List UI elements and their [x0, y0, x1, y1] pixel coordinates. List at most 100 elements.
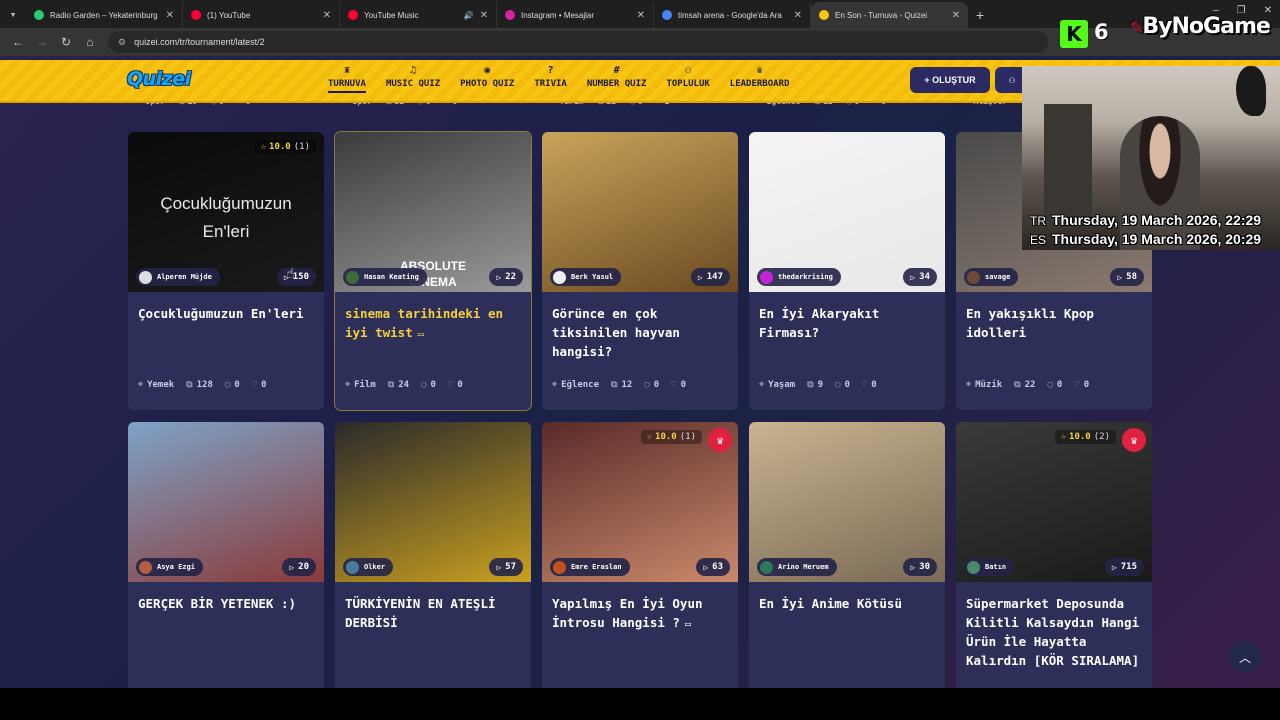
quiz-meta: ⌖ Film ⧉ 24 ◯ 0 ♡ 0 — [335, 370, 531, 400]
quiz-card[interactable]: Çocukluğumuzun En'leri ☆ 10.0 (1) Alperen Mü… — [128, 132, 324, 410]
quiz-card[interactable]: ☆ 10.0 (1) ♛ Emre Eraslan ▷ 63 Yapılmış En İyi … — [542, 422, 738, 688]
quiz-title[interactable]: Çocukluğumuzun En'leri — [128, 292, 324, 370]
tab-close-icon[interactable]: ✕ — [952, 10, 960, 21]
browser-tab[interactable]: YouTube Music 🔊 ✕ — [340, 2, 497, 28]
author-chip[interactable]: Batın — [964, 558, 1015, 576]
quiz-meta: ⌖ Yaşam ⧉ 9 ◯ 0 ♡ 0 — [749, 370, 945, 400]
forward-button[interactable]: → — [30, 30, 54, 54]
quiz-card[interactable]: ABSOLUTE CINEMA Hasan Keating ▷ 22 sinema ta… — [334, 131, 532, 411]
avatar — [967, 560, 980, 574]
quiz-title-text: Çocukluğumuzun En'leri — [138, 306, 304, 321]
avatar — [760, 560, 773, 574]
rating-value: 10.0 — [655, 432, 677, 442]
author-name: thedarkrising — [778, 273, 833, 281]
author-name: Berk Yasul — [571, 273, 614, 281]
nav-item-photo-quiz[interactable]: ◉ PHOTO QUIZ — [450, 63, 524, 93]
create-button[interactable]: + OLUŞTUR — [910, 67, 990, 93]
author-chip[interactable]: Emre Eraslan — [550, 558, 630, 576]
quiz-title[interactable]: Görünce en çok tiksinilen hayvan hangisi… — [542, 292, 738, 370]
avatar — [346, 270, 359, 284]
browser-tab[interactable]: (1) YouTube ✕ — [183, 2, 340, 28]
site-logo[interactable]: Quizei — [127, 68, 191, 90]
nav-item-turnuva[interactable]: ♜ TURNUVA — [318, 63, 376, 93]
quiz-title[interactable]: Yapılmış En İyi Oyun İntrosu Hangisi ? ▭ — [542, 582, 738, 660]
browser-tab[interactable]: timsah arena - Google'da Ara ✕ — [654, 2, 811, 28]
quiz-thumbnail[interactable]: ABSOLUTE CINEMA Hasan Keating ▷ 22 — [335, 132, 531, 292]
quiz-card[interactable]: ☆ 10.0 (2) ♛ Batın ▷ 715 Süpermarket Deposunda … — [956, 422, 1152, 688]
quiz-thumbnail[interactable]: Olker ▷ 57 — [335, 422, 531, 582]
comment-icon: ◯ — [835, 380, 841, 390]
play-count-value: 58 — [1126, 272, 1137, 282]
quiz-title[interactable]: Süpermarket Deposunda Kilitli Kalsaydın … — [956, 582, 1152, 668]
quiz-thumbnail[interactable]: Arino Meruem ▷ 30 — [749, 422, 945, 582]
quiz-thumbnail[interactable]: ☆ 10.0 (1) ♛ Emre Eraslan ▷ 63 — [542, 422, 738, 582]
reload-button[interactable]: ↻ — [54, 30, 78, 54]
meta-questions-value: 12 — [621, 380, 633, 390]
play-icon: ▷ — [703, 562, 709, 572]
author-name: savage — [985, 273, 1011, 281]
quiz-thumbnail[interactable]: Asya Ezgi ▷ 20 — [128, 422, 324, 582]
nav-item-trivia[interactable]: ? TRIVIA — [524, 63, 577, 93]
tab-close-icon[interactable]: ✕ — [637, 10, 645, 21]
quiz-card[interactable]: Arino Meruem ▷ 30 En İyi Anime Kötüsü — [749, 422, 945, 688]
quiz-title[interactable]: En yakışıklı Kpop idolleri — [956, 292, 1152, 370]
tab-search-chevron-icon[interactable]: ▾ — [0, 0, 26, 28]
nav-icon: ? — [547, 64, 554, 76]
quiz-title-text: Görünce en çok tiksinilen hayvan hangisi… — [552, 306, 680, 359]
back-button[interactable]: ← — [6, 30, 30, 54]
author-chip[interactable]: Berk Yasul — [550, 268, 622, 286]
crown-icon: ♛ — [1122, 428, 1146, 452]
quiz-title[interactable]: En İyi Akaryakıt Firması? — [749, 292, 945, 370]
tab-close-icon[interactable]: ✕ — [480, 10, 488, 21]
nav-item-number-quiz[interactable]: # NUMBER QUIZ — [577, 63, 657, 93]
tab-close-icon[interactable]: ✕ — [323, 10, 331, 21]
quiz-title-text: Süpermarket Deposunda Kilitli Kalsaydın … — [966, 596, 1140, 668]
quiz-title[interactable]: GERÇEK BİR YETENEK :) — [128, 582, 324, 660]
tab-title: Radio Garden – Yekaterinburg — [50, 10, 158, 20]
mouse-cursor-icon: ☝ — [286, 266, 295, 282]
browser-tab[interactable]: Radio Garden – Yekaterinburg ✕ — [26, 2, 183, 28]
scroll-to-top-button[interactable]: ︿ — [1229, 641, 1261, 673]
browser-tab[interactable]: Instagram • Mesajlar ✕ — [497, 2, 654, 28]
nav-item-leaderboard[interactable]: ♛ LEADERBOARD — [720, 63, 800, 93]
tab-audio-icon[interactable]: 🔊 — [464, 11, 474, 20]
nav-item-music-quiz[interactable]: ♫ MUSIC QUIZ — [376, 63, 450, 93]
quiz-title[interactable]: sinema tarihindeki en iyi twist ▭ — [335, 292, 531, 370]
tab-close-icon[interactable]: ✕ — [794, 10, 802, 21]
quiz-card[interactable]: Berk Yasul ▷ 147 Görünce en çok tiksinilen … — [542, 132, 738, 410]
quiz-thumbnail[interactable]: thedarkrising ▷ 34 — [749, 132, 945, 292]
author-chip[interactable]: savage — [964, 268, 1019, 286]
nav-icon: # — [613, 64, 620, 76]
address-bar[interactable]: ⚙ quizei.com/tr/tournament/latest/2 — [108, 31, 1048, 53]
author-chip[interactable]: thedarkrising — [757, 268, 841, 286]
author-chip[interactable]: Arino Meruem — [757, 558, 837, 576]
play-count-value: 63 — [712, 562, 723, 572]
home-button[interactable]: ⌂ — [78, 30, 102, 54]
nav-icon: ♫ — [410, 64, 417, 76]
tab-close-icon[interactable]: ✕ — [166, 10, 174, 21]
quiz-card[interactable]: Asya Ezgi ▷ 20 GERÇEK BİR YETENEK :) — [128, 422, 324, 688]
category-icon: ⌖ — [966, 380, 972, 390]
meta-category: ⌖ Yaşam — [759, 380, 795, 390]
play-count-value: 150 — [292, 272, 309, 282]
author-chip[interactable]: Asya Ezgi — [136, 558, 203, 576]
quiz-title[interactable]: TÜRKİYENİN EN ATEŞLİ DERBİSİ — [335, 582, 531, 660]
author-chip[interactable]: Olker — [343, 558, 394, 576]
author-chip[interactable]: Alperen Müjde — [136, 268, 220, 286]
site-info-icon[interactable]: ⚙ — [118, 37, 126, 48]
tab-title: YouTube Music — [364, 10, 419, 20]
meta-questions-value: 128 — [196, 380, 213, 390]
quiz-thumbnail[interactable]: ☆ 10.0 (2) ♛ Batın ▷ 715 — [956, 422, 1152, 582]
nav-label: NUMBER QUIZ — [586, 79, 647, 89]
quiz-title[interactable]: En İyi Anime Kötüsü — [749, 582, 945, 660]
new-tab-button[interactable]: + — [968, 2, 992, 28]
quiz-thumbnail[interactable]: Çocukluğumuzun En'leri ☆ 10.0 (1) Alperen Mü… — [128, 132, 324, 292]
quiz-thumbnail[interactable]: Berk Yasul ▷ 147 — [542, 132, 738, 292]
browser-tab[interactable]: En Son - Turnuva - Quizei ✕ — [811, 2, 968, 28]
play-count-value: 34 — [919, 272, 930, 282]
tab-favicon-icon — [348, 10, 358, 20]
author-chip[interactable]: Hasan Keating — [343, 268, 427, 286]
nav-item-topluluk[interactable]: ⚇ TOPLULUK — [656, 63, 719, 93]
quiz-card[interactable]: thedarkrising ▷ 34 En İyi Akaryakıt Firması… — [749, 132, 945, 410]
quiz-card[interactable]: Olker ▷ 57 TÜRKİYENİN EN ATEŞLİ DERBİSİ — [335, 422, 531, 688]
